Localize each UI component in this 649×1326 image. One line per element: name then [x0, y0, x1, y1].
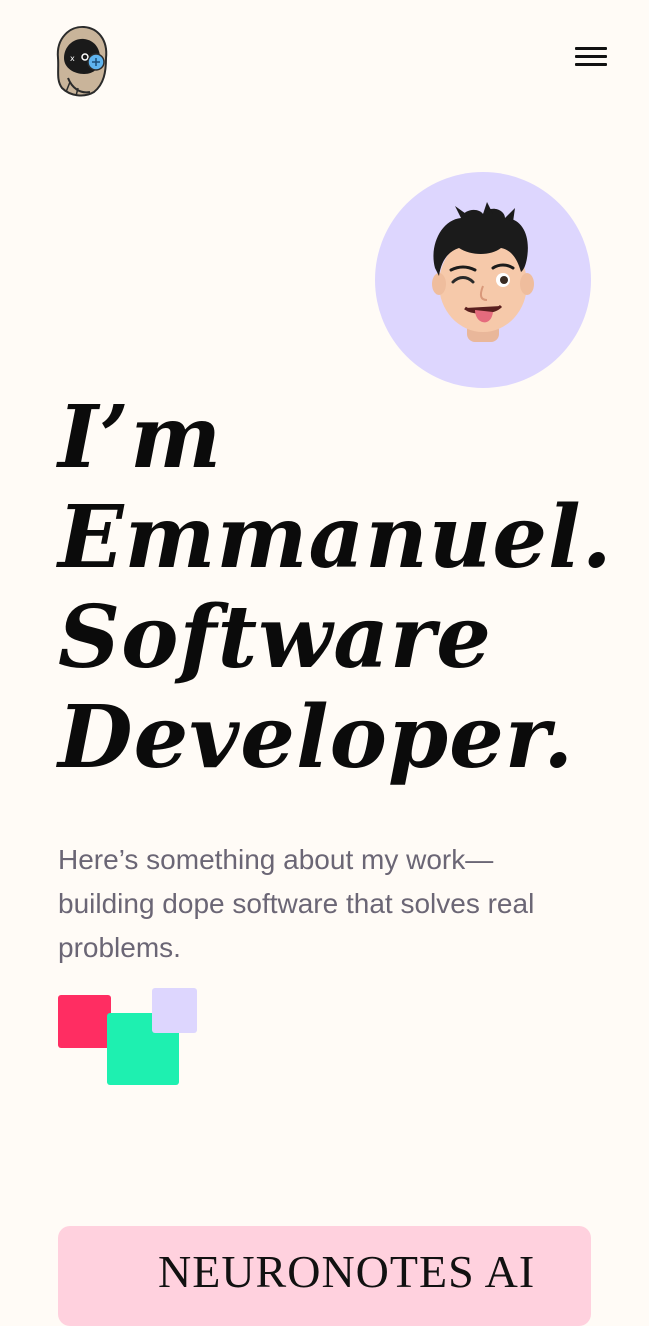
project-card[interactable]: NEURONOTES AI	[58, 1226, 591, 1326]
hooded-mascot-icon: x	[56, 25, 108, 97]
svg-text:x: x	[70, 54, 75, 63]
menu-bar	[575, 63, 607, 66]
headline-line: I’m	[58, 387, 223, 488]
menu-bar	[575, 47, 607, 50]
project-title: NEURONOTES AI	[158, 1246, 536, 1297]
headline-line: Developer.	[58, 687, 575, 788]
menu-button[interactable]	[573, 45, 609, 71]
avatar	[375, 172, 591, 388]
site-logo[interactable]: x	[50, 22, 112, 100]
decor-square-lavender	[152, 988, 197, 1033]
decor-square-red	[58, 995, 111, 1048]
headline-line: Emmanuel.	[58, 487, 613, 588]
memoji-avatar-icon	[432, 202, 534, 342]
hero-intro: Here’s something about my work—building …	[58, 844, 535, 963]
menu-bar	[575, 55, 607, 58]
hero-headline: I’m Emmanuel. Software Developer.	[58, 388, 618, 788]
headline-line: Software	[58, 587, 492, 688]
